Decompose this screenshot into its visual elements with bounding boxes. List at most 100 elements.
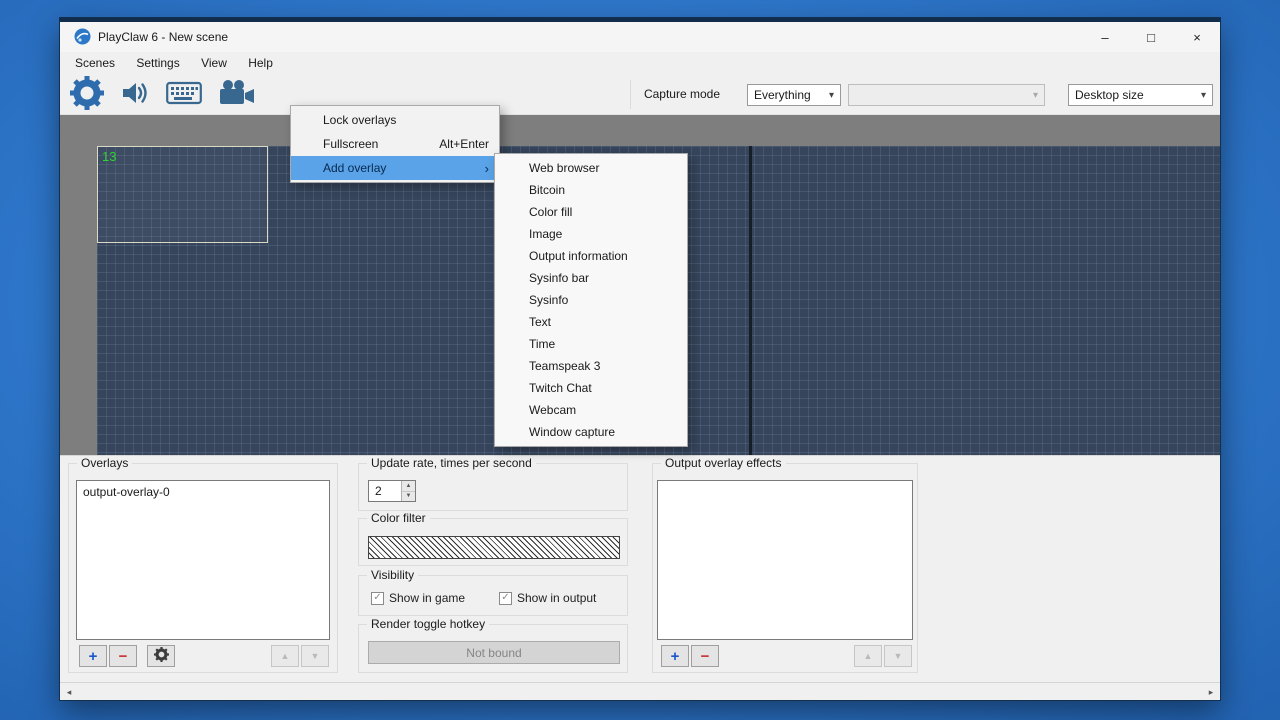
overlay-region[interactable]: 13 [97, 146, 268, 243]
menu-item-label: Time [529, 337, 555, 351]
menubar-item-scenes[interactable]: Scenes [66, 52, 124, 74]
menu-item-shortcut: Alt+Enter [439, 137, 489, 151]
effects-move-up-button[interactable]: ▲ [854, 645, 882, 667]
submenu-item-twitch-chat[interactable]: Twitch Chat [495, 377, 687, 399]
output-size-value: Desktop size [1075, 88, 1144, 102]
playclaw-logo-icon [74, 28, 91, 45]
overlay-value-label: 13 [102, 149, 116, 164]
menu-item-label: Image [529, 227, 562, 241]
submenu-item-webcam[interactable]: Webcam [495, 399, 687, 421]
overlay-move-up-button[interactable]: ▲ [271, 645, 299, 667]
window-title: PlayClaw 6 - New scene [98, 22, 228, 52]
menu-item-label: Text [529, 315, 551, 329]
menu-item-label: Sysinfo [529, 293, 568, 307]
settings-gear-button[interactable] [68, 76, 106, 114]
recording-button[interactable] [216, 76, 258, 114]
window-controls: – □ × [1082, 22, 1220, 52]
submenu-item-window-capture[interactable]: Window capture [495, 421, 687, 443]
update-rate-spinner[interactable]: 2 ▲ ▼ [368, 480, 416, 502]
minimize-button[interactable]: – [1082, 22, 1128, 52]
menubar-item-help[interactable]: Help [239, 52, 282, 74]
spinner-down-button[interactable]: ▼ [402, 492, 415, 502]
capture-mode-label: Capture mode [620, 74, 720, 115]
hotkey-title: Render toggle hotkey [367, 617, 489, 631]
menubar-item-settings[interactable]: Settings [127, 52, 188, 74]
checkbox-checked-icon[interactable]: ✓ [371, 592, 384, 605]
gear-icon [154, 647, 169, 666]
overlay-move-down-button[interactable]: ▼ [301, 645, 329, 667]
toolbar-icons [68, 74, 258, 115]
visibility-groupbox: Visibility ✓ Show in game ✓ Show in outp… [358, 575, 628, 616]
submenu-arrow-icon: › [485, 161, 489, 176]
down-arrow-icon: ▼ [311, 651, 320, 661]
capture-source-select[interactable]: Everything ▾ [747, 84, 841, 106]
maximize-button[interactable]: □ [1128, 22, 1174, 52]
up-arrow-icon: ▲ [406, 483, 412, 489]
menu-item-label: Fullscreen [323, 137, 378, 151]
menu-item-label: Bitcoin [529, 183, 565, 197]
remove-overlay-button[interactable]: − [109, 645, 137, 667]
submenu-item-teamspeak-3[interactable]: Teamspeak 3 [495, 355, 687, 377]
effects-remove-button[interactable]: − [691, 645, 719, 667]
overlays-groupbox: Overlays output-overlay-0 + − [68, 463, 338, 673]
submenu-item-color-fill[interactable]: Color fill [495, 201, 687, 223]
visibility-title: Visibility [367, 568, 418, 582]
horizontal-scrollbar[interactable]: ◂ ▸ [60, 682, 1220, 700]
show-in-output-checkbox[interactable]: ✓ Show in output [499, 591, 596, 605]
context-menu: Lock overlays Fullscreen Alt+Enter Add o… [290, 105, 500, 183]
add-overlay-submenu: Web browser Bitcoin Color fill Image Out… [494, 153, 688, 447]
color-filter-title: Color filter [367, 511, 430, 525]
properties-panel: Overlays output-overlay-0 + − [60, 455, 1220, 682]
overlay-settings-button[interactable] [147, 645, 175, 667]
video-camera-icon [218, 79, 256, 110]
menu-item-label: Web browser [529, 161, 599, 175]
color-filter-groupbox: Color filter [358, 518, 628, 566]
spinner-up-button[interactable]: ▲ [402, 481, 415, 492]
hotkeys-button[interactable] [164, 76, 204, 114]
close-button[interactable]: × [1174, 22, 1220, 52]
effects-move-down-button[interactable]: ▼ [884, 645, 912, 667]
menu-item-label: Teamspeak 3 [529, 359, 600, 373]
submenu-item-output-information[interactable]: Output information [495, 245, 687, 267]
menu-item-label: Webcam [529, 403, 576, 417]
submenu-item-time[interactable]: Time [495, 333, 687, 355]
capture-target-select[interactable]: ▾ [848, 84, 1045, 106]
overlay-list-item[interactable]: output-overlay-0 [77, 481, 329, 503]
hotkey-bind-button[interactable]: Not bound [368, 641, 620, 664]
output-size-select[interactable]: Desktop size ▾ [1068, 84, 1213, 106]
menubar-item-view[interactable]: View [192, 52, 236, 74]
checkbox-checked-icon[interactable]: ✓ [499, 592, 512, 605]
capture-source-value: Everything [754, 88, 811, 102]
add-overlay-button[interactable]: + [79, 645, 107, 667]
spinner-buttons: ▲ ▼ [401, 481, 415, 501]
effects-listbox[interactable] [657, 480, 913, 640]
scroll-right-button[interactable]: ▸ [1203, 684, 1219, 700]
menu-item-fullscreen[interactable]: Fullscreen Alt+Enter [291, 132, 499, 156]
scroll-left-button[interactable]: ◂ [61, 684, 77, 700]
menu-item-lock-overlays[interactable]: Lock overlays [291, 108, 499, 132]
submenu-item-bitcoin[interactable]: Bitcoin [495, 179, 687, 201]
show-in-game-checkbox[interactable]: ✓ Show in game [371, 591, 465, 605]
submenu-item-image[interactable]: Image [495, 223, 687, 245]
update-rate-groupbox: Update rate, times per second 2 ▲ ▼ [358, 463, 628, 511]
menu-item-label: Twitch Chat [529, 381, 592, 395]
menu-item-label: Window capture [529, 425, 615, 439]
effects-add-button[interactable]: + [661, 645, 689, 667]
left-arrow-icon: ◂ [67, 687, 72, 698]
submenu-item-web-browser[interactable]: Web browser [495, 157, 687, 179]
menu-item-label: Sysinfo bar [529, 271, 589, 285]
show-in-game-label: Show in game [389, 591, 465, 605]
submenu-item-text[interactable]: Text [495, 311, 687, 333]
color-filter-swatch[interactable] [368, 536, 620, 559]
submenu-item-sysinfo-bar[interactable]: Sysinfo bar [495, 267, 687, 289]
submenu-item-sysinfo[interactable]: Sysinfo [495, 289, 687, 311]
effects-groupbox: Output overlay effects + − ▲ ▼ [652, 463, 918, 673]
overlays-listbox[interactable]: output-overlay-0 [76, 480, 330, 640]
menu-item-add-overlay[interactable]: Add overlay › [291, 156, 499, 180]
title-bar[interactable]: PlayClaw 6 - New scene – □ × [60, 22, 1220, 52]
audio-button[interactable] [118, 76, 152, 114]
show-in-output-label: Show in output [517, 591, 596, 605]
down-arrow-icon: ▼ [406, 493, 412, 499]
chevron-down-icon: ▾ [823, 90, 840, 101]
down-arrow-icon: ▼ [894, 651, 903, 661]
